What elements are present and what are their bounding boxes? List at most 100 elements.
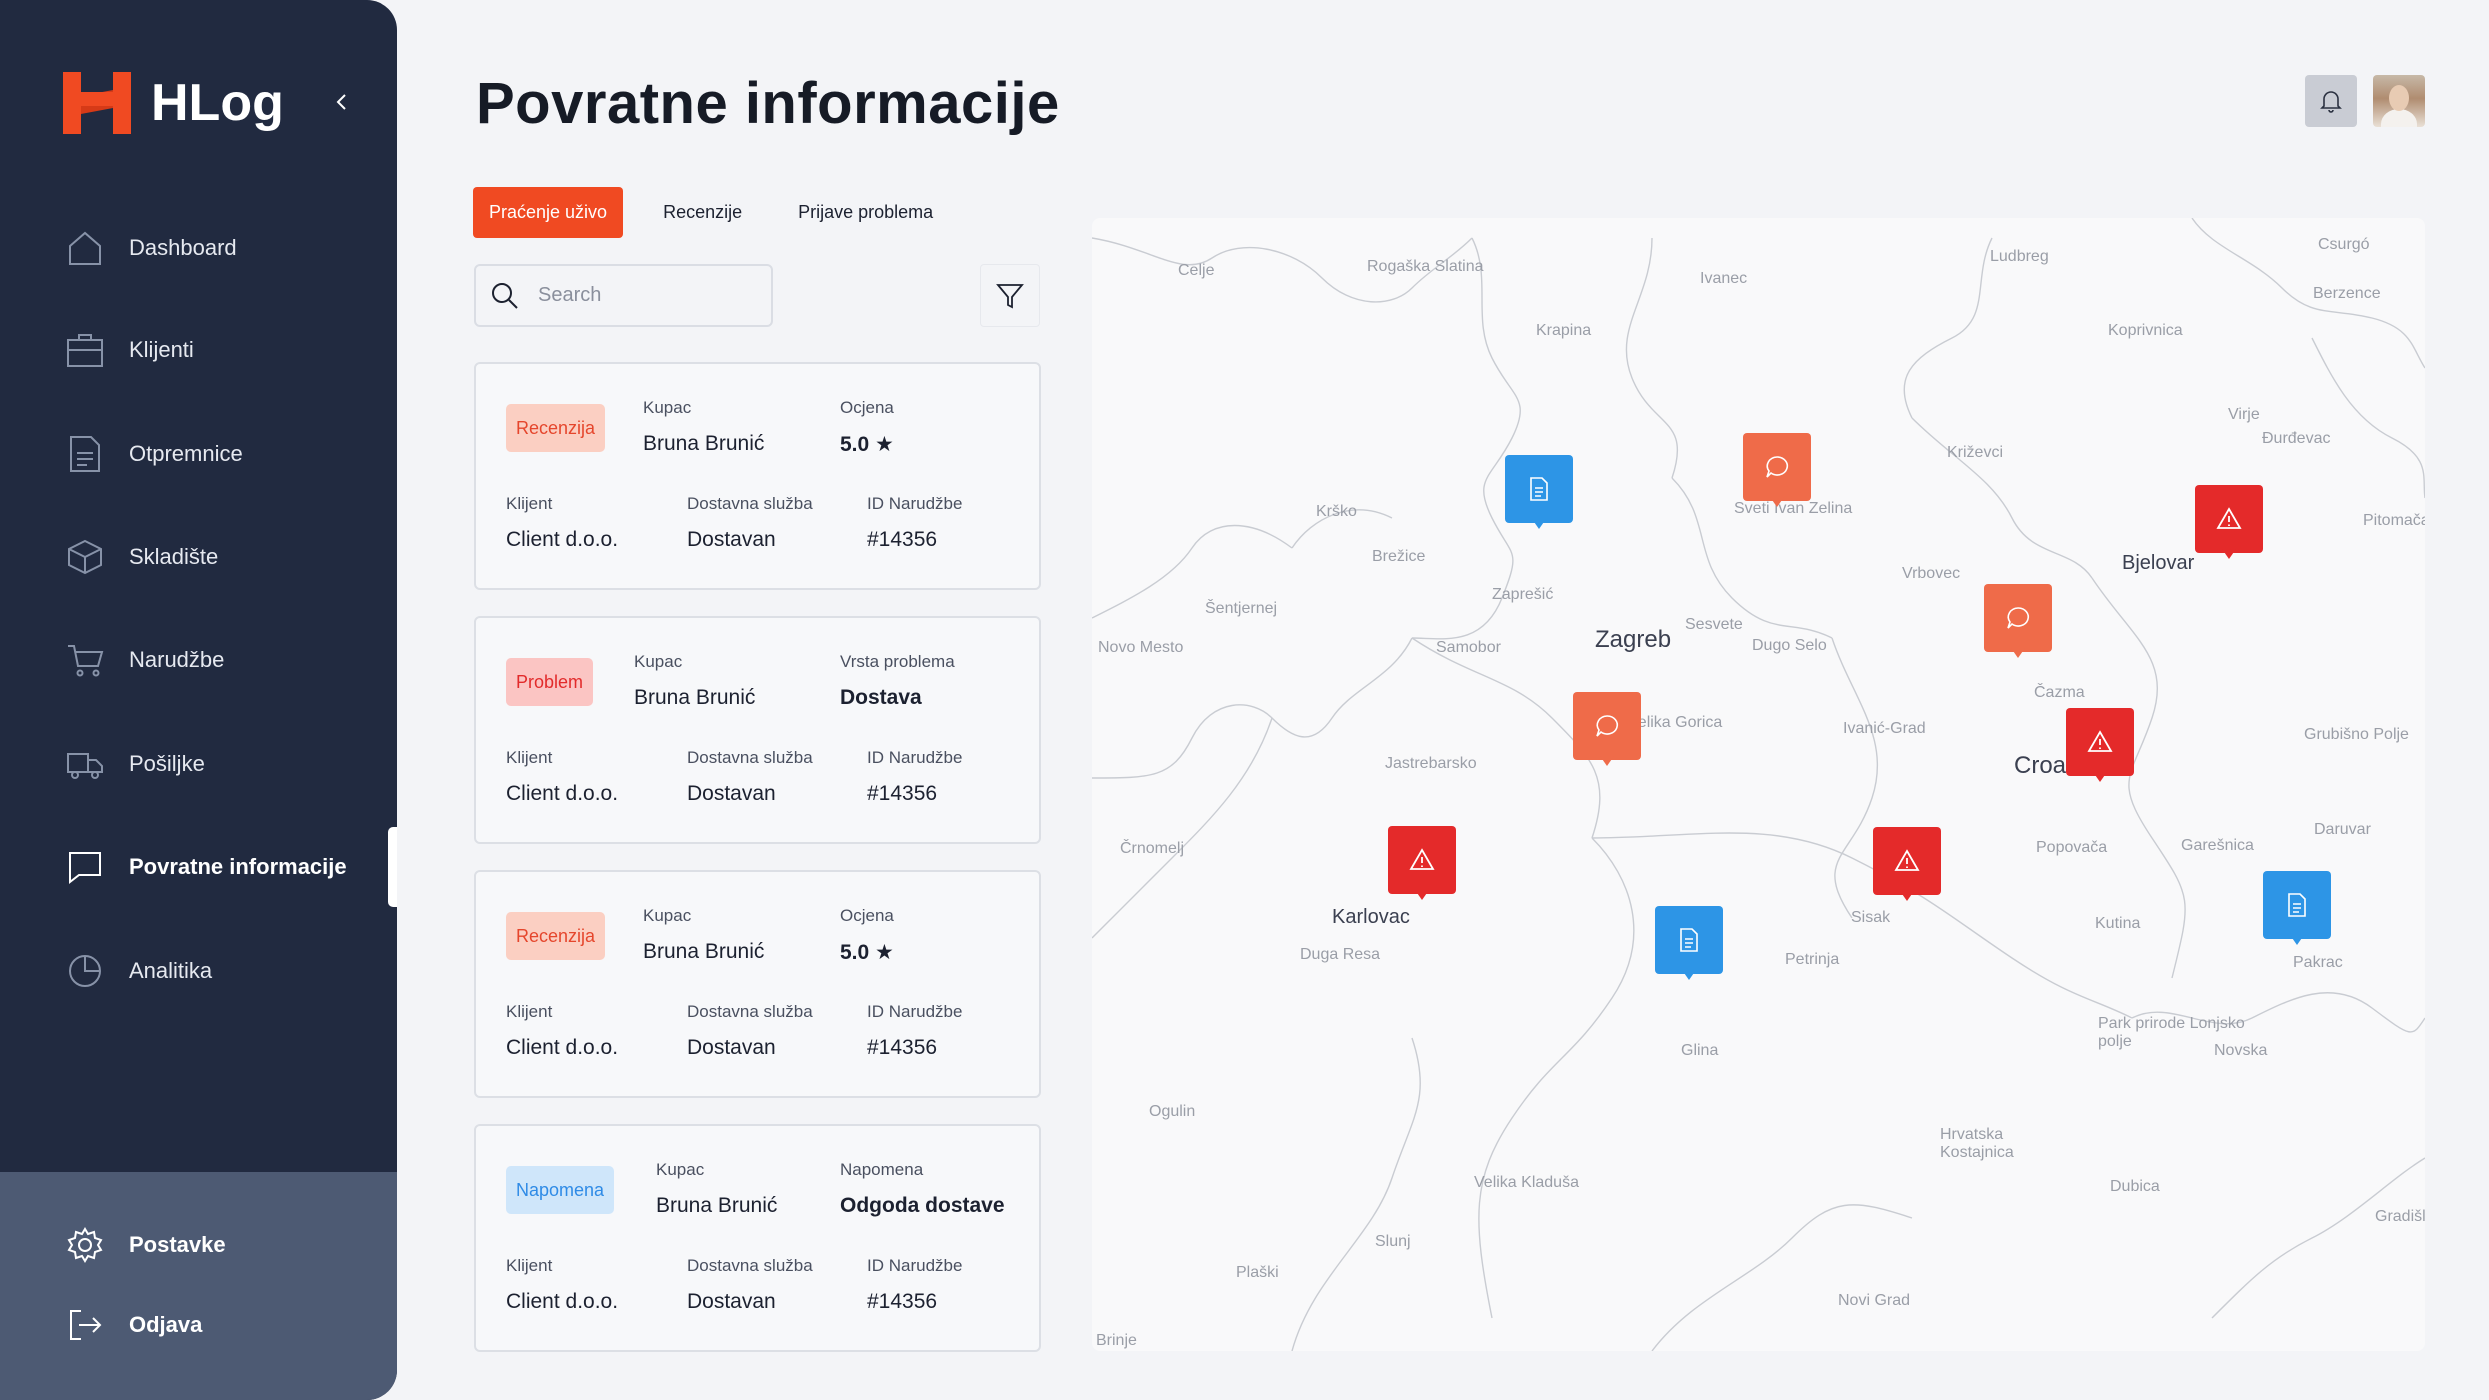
tab-reviews[interactable]: Recenzije: [647, 187, 758, 238]
gear-icon: [66, 1226, 104, 1264]
map-label: Grubišno Polje: [2304, 726, 2409, 743]
map-marker-problem[interactable]: [2195, 485, 2263, 565]
map-marker-problem[interactable]: [1873, 827, 1941, 907]
notifications-button[interactable]: [2305, 75, 2357, 127]
map-label: Novo Mesto: [1098, 639, 1184, 656]
rating-field: Ocjena 5.0 ★: [840, 398, 894, 456]
sidebar-item-narudzbe[interactable]: Narudžbe: [66, 635, 224, 685]
client-field: Klijent Client d.o.o.: [506, 1256, 619, 1313]
app-logo[interactable]: HLog: [63, 72, 284, 134]
avatar[interactable]: [2373, 75, 2425, 127]
sidebar-item-povratne-informacije[interactable]: Povratne informacije: [66, 842, 347, 892]
map-label: Jastrebarsko: [1385, 755, 1477, 772]
sidebar-item-label: Postavke: [129, 1232, 226, 1257]
map-label: Đurđevac: [2262, 430, 2331, 447]
map-label: Daruvar: [2314, 821, 2371, 838]
map-label: Krško: [1316, 503, 1357, 520]
map-label: Čazma: [2034, 684, 2085, 701]
map-label: Zagreb: [1595, 626, 1672, 653]
sidebar-footer: Postavke Odjava: [0, 1172, 397, 1400]
order-id-field: ID Narudžbe #14356: [867, 1002, 963, 1059]
map-marker-note[interactable]: [1655, 906, 1723, 986]
type-badge: Recenzija: [506, 404, 606, 452]
rating-field: Ocjena 5.0 ★: [840, 906, 894, 964]
map-label: Velika Gorica: [1628, 714, 1723, 731]
warning-icon: [2216, 507, 2242, 529]
map-label: Plaški: [1236, 1264, 1279, 1281]
map-label: Garešnica: [2181, 837, 2254, 854]
map-label: Pitomača: [2363, 512, 2425, 529]
feedback-card[interactable]: Recenzija Kupac Bruna Brunić Ocjena 5.0 ★ …: [474, 362, 1041, 590]
order-id-field: ID Narudžbe #14356: [867, 748, 963, 805]
note-field: Napomena Odgoda dostave: [840, 1160, 1005, 1217]
map-label: Ludbreg: [1990, 248, 2049, 265]
type-badge: Recenzija: [506, 912, 606, 960]
logout-button[interactable]: Odjava: [66, 1300, 202, 1350]
map-label: Sisak: [1851, 909, 1891, 926]
map-label: Karlovac: [1332, 906, 1410, 928]
feedback-card[interactable]: Problem Kupac Bruna Brunić Vrsta problema…: [474, 616, 1041, 844]
sidebar-item-analitika[interactable]: Analitika: [66, 946, 212, 996]
map-label: Samobor: [1436, 639, 1501, 656]
map-marker-problem[interactable]: [1388, 826, 1456, 906]
map-label: Črnomelj: [1120, 840, 1185, 857]
tab-bar: Praćenje uživo Recenzije Prijave problem…: [473, 187, 949, 238]
sidebar-item-label: Povratne informacije: [129, 854, 347, 879]
map-label: Berzence: [2313, 285, 2381, 302]
map-marker-review[interactable]: [1984, 584, 2052, 664]
map-borders: [1092, 218, 2425, 1351]
sidebar-item-klijenti[interactable]: Klijenti: [66, 325, 194, 375]
order-id-field: ID Narudžbe #14356: [867, 494, 963, 551]
feedback-card[interactable]: Recenzija Kupac Bruna Brunić Ocjena 5.0 ★ …: [474, 870, 1041, 1098]
map-marker-note[interactable]: [2263, 871, 2331, 951]
bell-icon: [2320, 91, 2342, 113]
client-field: Klijent Client d.o.o.: [506, 1002, 619, 1059]
map-label: Koprivnica: [2108, 322, 2183, 339]
type-badge: Napomena: [506, 1166, 615, 1214]
map-label: Slunj: [1375, 1233, 1411, 1250]
map-label: Sesvete: [1685, 616, 1743, 633]
page-title: Povratne informacije: [476, 71, 1060, 136]
sidebar-item-otpremnice[interactable]: Otpremnice: [66, 429, 243, 479]
customer-field: Kupac Bruna Brunić: [656, 1160, 778, 1217]
collapse-sidebar-button[interactable]: [330, 90, 354, 114]
sidebar: HLog Dashboard Klijenti Otpremnice Sklad…: [0, 0, 397, 1400]
chevron-left-icon: [336, 94, 346, 110]
chat-icon: [1766, 456, 1789, 478]
filter-button[interactable]: [980, 264, 1040, 327]
map-marker-note[interactable]: [1505, 455, 1573, 535]
map-label: Rogaška Slatina: [1367, 258, 1484, 275]
tab-live-tracking[interactable]: Praćenje uživo: [473, 187, 624, 238]
tab-problem-reports[interactable]: Prijave problema: [782, 187, 949, 238]
order-id-field: ID Narudžbe #14356: [867, 1256, 963, 1313]
app-name: HLog: [151, 74, 284, 132]
map-label: Gradišl: [2375, 1208, 2425, 1225]
document-icon: [2288, 893, 2306, 917]
map-view[interactable]: Celje Rogaška Slatina Ivanec Ludbreg Csu…: [1092, 218, 2425, 1351]
sidebar-item-label: Analitika: [129, 958, 213, 983]
map-label: Novi Grad: [1838, 1292, 1911, 1309]
box-icon: [66, 538, 104, 576]
map-label: Bjelovar: [2122, 552, 2195, 574]
search-input[interactable]: Search: [474, 264, 773, 327]
briefcase-icon: [66, 331, 104, 369]
truck-icon: [66, 745, 104, 783]
map-marker-review[interactable]: [1743, 433, 1811, 513]
map-label: Novska: [2214, 1042, 2268, 1059]
sidebar-item-dashboard[interactable]: Dashboard: [66, 223, 237, 273]
sidebar-item-posiljke[interactable]: Pošiljke: [66, 739, 205, 789]
map-label: Celje: [1178, 262, 1215, 279]
map-marker-problem[interactable]: [2066, 708, 2134, 788]
map-marker-review[interactable]: [1573, 692, 1641, 772]
feedback-card[interactable]: Napomena Kupac Bruna Brunić Napomena Odgod…: [474, 1124, 1041, 1352]
map-label: Popovača: [2036, 839, 2108, 856]
map-label: Šentjernej: [1205, 600, 1278, 617]
top-actions: [2305, 75, 2425, 127]
chat-icon: [66, 848, 104, 886]
logo-icon: [63, 72, 133, 134]
customer-field: Kupac Bruna Brunić: [643, 398, 765, 455]
sidebar-item-skladiste[interactable]: Skladište: [66, 532, 218, 582]
settings-button[interactable]: Postavke: [66, 1220, 226, 1270]
filter-icon: [996, 283, 1024, 308]
courier-field: Dostavna služba Dostavan: [687, 1002, 813, 1059]
